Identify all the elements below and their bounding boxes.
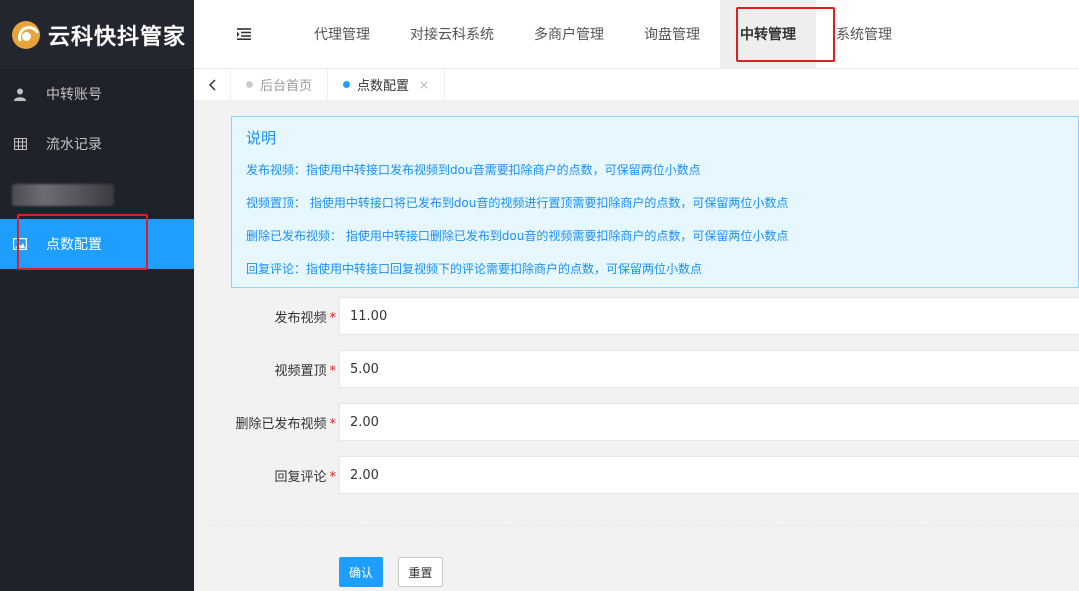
nav-agent-management[interactable]: 代理管理 (294, 0, 390, 69)
field-label: 视频置顶 * (274, 363, 336, 379)
nav-yunke-integration[interactable]: 对接云科系统 (390, 0, 514, 69)
notice-box: 说明 发布视频：指使用中转接口发布视频到dou音需要扣除商户的点数，可保留两位小… (231, 116, 1079, 288)
nav-multi-merchant[interactable]: 多商户管理 (514, 0, 624, 69)
menu-indent-icon (237, 28, 251, 40)
sidebar: 云科快抖管家 中转账号 流水记录 点数配置 (0, 0, 194, 591)
sidebar-item-label: 流水记录 (46, 137, 102, 153)
field-label: 回复评论 * (274, 469, 336, 485)
tab-dot-icon (343, 81, 351, 88)
notice-line: 删除已发布视频： 指使用中转接口删除已发布到dou音的视频需要扣除商户的点数，可… (246, 229, 789, 243)
sidebar-item-relay-account[interactable]: 中转账号 (0, 69, 194, 119)
field-label: 删除已发布视频 * (235, 416, 336, 432)
form-row-pin-video: 视频置顶 * (194, 350, 1079, 388)
highlight-box-topnav (736, 7, 835, 62)
grid-icon (13, 137, 27, 151)
form-row-publish-video: 发布视频 * (194, 297, 1079, 335)
sidebar-item-flow-records[interactable]: 流水记录 (0, 119, 194, 169)
blurred-content (12, 184, 114, 206)
field-label: 发布视频 * (274, 310, 336, 326)
logo-icon (12, 20, 40, 49)
logo-text: 云科快抖管家 (48, 24, 187, 50)
nav-inquiry-management[interactable]: 询盘管理 (624, 0, 720, 69)
tab-scroll-left-button[interactable] (194, 69, 231, 100)
notice-line: 视频置顶： 指使用中转接口将已发布到dou音的视频进行置顶需要扣除商户的点数，可… (246, 196, 789, 210)
tab-points-config[interactable]: 点数配置 × (328, 69, 446, 100)
reply-comment-points-input[interactable] (339, 456, 1079, 494)
form-row-reply-comment: 回复评论 * (194, 456, 1079, 494)
tab-label: 后台首页 (260, 79, 313, 94)
publish-video-points-input[interactable] (339, 297, 1079, 335)
notice-line: 发布视频：指使用中转接口发布视频到dou音需要扣除商户的点数，可保留两位小数点 (246, 163, 701, 177)
tab-home[interactable]: 后台首页 (231, 69, 329, 100)
notice-title: 说明 (246, 129, 277, 147)
form-divider (209, 525, 1079, 526)
menu-toggle-button[interactable] (194, 0, 294, 69)
chevron-left-icon (208, 78, 216, 91)
main-content: 说明 发布视频：指使用中转接口发布视频到dou音需要扣除商户的点数，可保留两位小… (194, 101, 1079, 591)
logo[interactable]: 云科快抖管家 (0, 0, 194, 69)
reset-button[interactable]: 重置 (398, 557, 443, 587)
page-tabs: 后台首页 点数配置 × (194, 69, 1079, 101)
notice-line: 回复评论：指使用中转接口回复视频下的评论需要扣除商户的点数，可保留两位小数点 (246, 262, 703, 276)
delete-video-points-input[interactable] (339, 403, 1079, 441)
user-icon (13, 87, 27, 101)
tab-dot-icon (246, 81, 253, 88)
tab-label: 点数配置 (357, 79, 410, 94)
top-header: 代理管理 对接云科系统 多商户管理 询盘管理 中转管理 系统管理 (194, 0, 1079, 69)
close-icon[interactable]: × (419, 78, 429, 92)
confirm-button[interactable]: 确认 (339, 557, 383, 587)
pin-video-points-input[interactable] (339, 350, 1079, 388)
sidebar-item-blurred[interactable] (0, 169, 194, 219)
highlight-box-sidebar (17, 214, 148, 270)
form-row-delete-video: 删除已发布视频 * (194, 403, 1079, 441)
sidebar-item-label: 中转账号 (46, 87, 102, 103)
